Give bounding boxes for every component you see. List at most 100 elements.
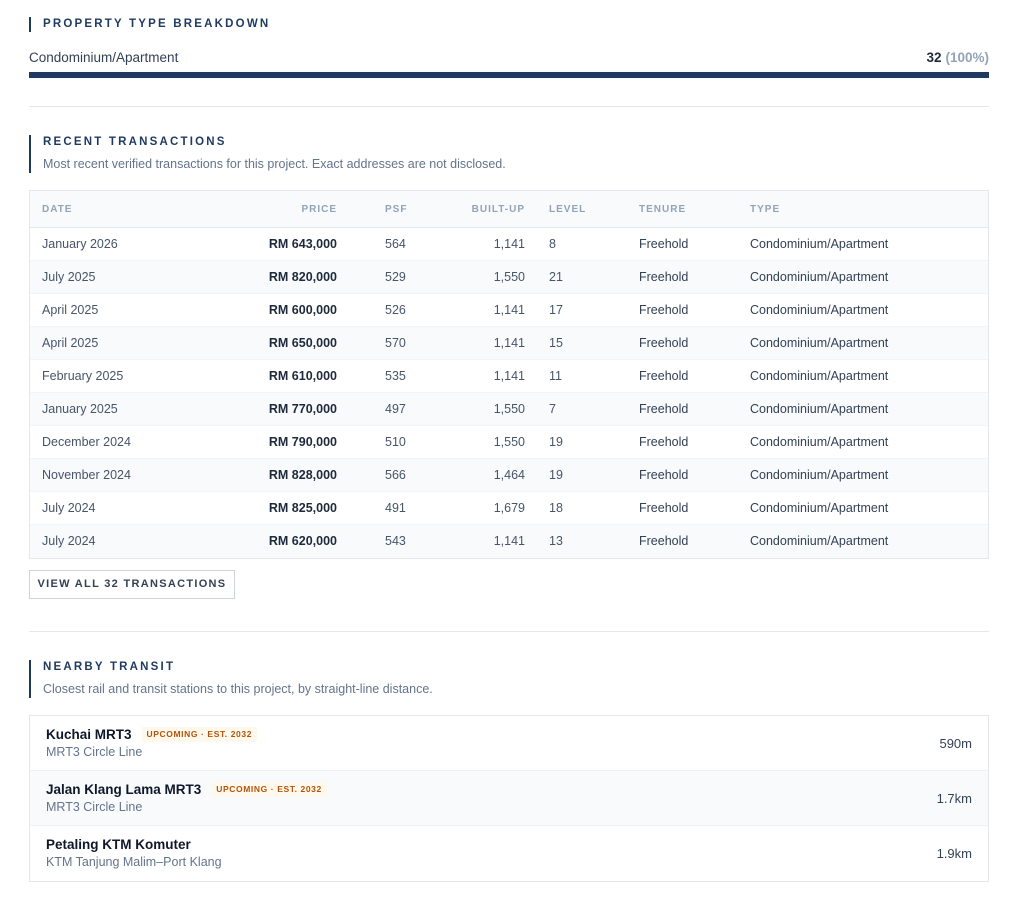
cell-date: July 2025 bbox=[42, 270, 96, 284]
transit-station-item: Jalan Klang Lama MRT3 UPCOMING · EST. 203… bbox=[30, 771, 988, 826]
table-row: January 2025 RM 770,000 497 1,550 7 Freehold C… bbox=[30, 393, 988, 426]
cell-price: RM 828,000 bbox=[268, 468, 337, 482]
cell-type: Condominium/Apartment bbox=[750, 402, 889, 416]
table-row: January 2026 RM 643,000 564 1,141 8 Freehold C… bbox=[30, 228, 988, 261]
column-header-date: DATE bbox=[42, 204, 73, 215]
section-subtitle: Most recent verified transactions for th… bbox=[43, 157, 506, 171]
cell-built-up: 1,141 bbox=[493, 237, 525, 251]
column-header-type: TYPE bbox=[750, 204, 781, 215]
cell-tenure: Freehold bbox=[639, 468, 689, 482]
station-distance: 1.9km bbox=[936, 846, 972, 861]
column-header-psf: PSF bbox=[385, 204, 408, 215]
cell-tenure: Freehold bbox=[639, 369, 689, 383]
cell-price: RM 600,000 bbox=[268, 303, 337, 317]
cell-level: 19 bbox=[549, 435, 563, 449]
cell-level: 19 bbox=[549, 468, 563, 482]
cell-psf: 526 bbox=[385, 303, 406, 317]
section-subtitle: Closest rail and transit stations to thi… bbox=[43, 682, 433, 696]
recent-transactions-header: RECENT TRANSACTIONS Most recent verified… bbox=[29, 135, 506, 173]
cell-level: 18 bbox=[549, 501, 563, 515]
station-name-row: Petaling KTM Komuter bbox=[46, 837, 191, 853]
cell-level: 11 bbox=[549, 369, 562, 383]
cell-psf: 491 bbox=[385, 501, 406, 515]
property-type-bar-track bbox=[29, 72, 989, 78]
cell-type: Condominium/Apartment bbox=[750, 369, 889, 383]
cell-built-up: 1,141 bbox=[493, 369, 525, 383]
cell-psf: 529 bbox=[385, 270, 406, 284]
property-type-row: Condominium/Apartment 32 (100%) bbox=[29, 50, 989, 66]
cell-psf: 497 bbox=[385, 402, 406, 416]
cell-tenure: Freehold bbox=[639, 303, 689, 317]
cell-level: 17 bbox=[549, 303, 563, 317]
status-badge: UPCOMING · EST. 2032 bbox=[211, 782, 327, 797]
station-line: KTM Tanjung Malim–Port Klang bbox=[46, 855, 222, 869]
table-row: July 2024 RM 620,000 543 1,141 13 Freehold Con… bbox=[30, 525, 988, 558]
station-distance: 590m bbox=[939, 736, 972, 751]
column-header-price: PRICE bbox=[301, 204, 337, 215]
status-badge: UPCOMING · EST. 2032 bbox=[141, 727, 258, 742]
cell-psf: 510 bbox=[385, 435, 406, 449]
station-line: MRT3 Circle Line bbox=[46, 800, 143, 814]
cell-psf: 566 bbox=[385, 468, 406, 482]
station-name: Petaling KTM Komuter bbox=[46, 837, 191, 852]
cell-built-up: 1,550 bbox=[493, 435, 525, 449]
property-type-label: Condominium/Apartment bbox=[29, 50, 179, 65]
cell-built-up: 1,141 bbox=[493, 534, 525, 548]
cell-built-up: 1,141 bbox=[493, 336, 525, 350]
table-row: April 2025 RM 600,000 526 1,141 17 Freehold Co… bbox=[30, 294, 988, 327]
transit-list: Kuchai MRT3 UPCOMING · EST. 2032 MRT3 Circ… bbox=[29, 715, 989, 882]
station-distance: 1.7km bbox=[936, 791, 972, 806]
section-divider bbox=[29, 106, 989, 107]
cell-price: RM 770,000 bbox=[268, 402, 337, 416]
percent-value: (100%) bbox=[945, 50, 989, 65]
cell-date: July 2024 bbox=[42, 534, 96, 548]
station-name-row: Jalan Klang Lama MRT3 UPCOMING · EST. 203… bbox=[46, 782, 327, 798]
cell-tenure: Freehold bbox=[639, 237, 689, 251]
cell-level: 7 bbox=[549, 402, 556, 416]
cell-price: RM 610,000 bbox=[268, 369, 337, 383]
cell-psf: 570 bbox=[385, 336, 406, 350]
section-title: PROPERTY TYPE BREAKDOWN bbox=[43, 18, 271, 30]
table-row: July 2025 RM 820,000 529 1,550 21 Freehold Con… bbox=[30, 261, 988, 294]
column-header-level: LEVEL bbox=[549, 204, 587, 215]
section-divider bbox=[29, 631, 989, 632]
cell-tenure: Freehold bbox=[639, 270, 689, 284]
cell-price: RM 820,000 bbox=[268, 270, 337, 284]
cell-built-up: 1,679 bbox=[493, 501, 525, 515]
transit-station-item: Petaling KTM Komuter KTM Tanjung Malim–Po… bbox=[30, 826, 988, 881]
cell-tenure: Freehold bbox=[639, 402, 689, 416]
table-row: July 2024 RM 825,000 491 1,679 18 Freehold Con… bbox=[30, 492, 988, 525]
cell-built-up: 1,141 bbox=[493, 303, 525, 317]
table-header: DATE PRICE PSF BUILT-UP LEVEL TENURE TYP… bbox=[30, 191, 988, 228]
column-header-built-up: BUILT-UP bbox=[471, 204, 525, 215]
cell-price: RM 650,000 bbox=[268, 336, 337, 350]
cell-tenure: Freehold bbox=[639, 336, 689, 350]
transit-station-item: Kuchai MRT3 UPCOMING · EST. 2032 MRT3 Circ… bbox=[30, 716, 988, 771]
cell-level: 8 bbox=[549, 237, 556, 251]
cell-date: January 2026 bbox=[42, 237, 118, 251]
station-name: Kuchai MRT3 bbox=[46, 727, 132, 742]
cell-date: November 2024 bbox=[42, 468, 131, 482]
cell-type: Condominium/Apartment bbox=[750, 237, 889, 251]
cell-built-up: 1,550 bbox=[493, 270, 525, 284]
cell-psf: 543 bbox=[385, 534, 406, 548]
cell-price: RM 825,000 bbox=[268, 501, 337, 515]
view-all-transactions-button[interactable]: VIEW ALL 32 TRANSACTIONS bbox=[29, 570, 235, 599]
table-row: November 2024 RM 828,000 566 1,464 19 Freehol… bbox=[30, 459, 988, 492]
cell-date: April 2025 bbox=[42, 336, 99, 350]
cell-level: 13 bbox=[549, 534, 563, 548]
table-row: April 2025 RM 650,000 570 1,141 15 Freehold Co… bbox=[30, 327, 988, 360]
cell-type: Condominium/Apartment bbox=[750, 435, 889, 449]
cell-price: RM 643,000 bbox=[268, 237, 337, 251]
cell-psf: 535 bbox=[385, 369, 406, 383]
nearby-transit-header: NEARBY TRANSIT Closest rail and transit … bbox=[29, 660, 433, 698]
count-value: 32 bbox=[926, 50, 942, 65]
cell-built-up: 1,550 bbox=[493, 402, 525, 416]
station-name-row: Kuchai MRT3 UPCOMING · EST. 2032 bbox=[46, 727, 258, 743]
station-line: MRT3 Circle Line bbox=[46, 745, 143, 759]
cell-date: January 2025 bbox=[42, 402, 118, 416]
cell-type: Condominium/Apartment bbox=[750, 303, 889, 317]
station-name: Jalan Klang Lama MRT3 bbox=[46, 782, 202, 797]
cell-tenure: Freehold bbox=[639, 534, 689, 548]
cell-type: Condominium/Apartment bbox=[750, 468, 889, 482]
